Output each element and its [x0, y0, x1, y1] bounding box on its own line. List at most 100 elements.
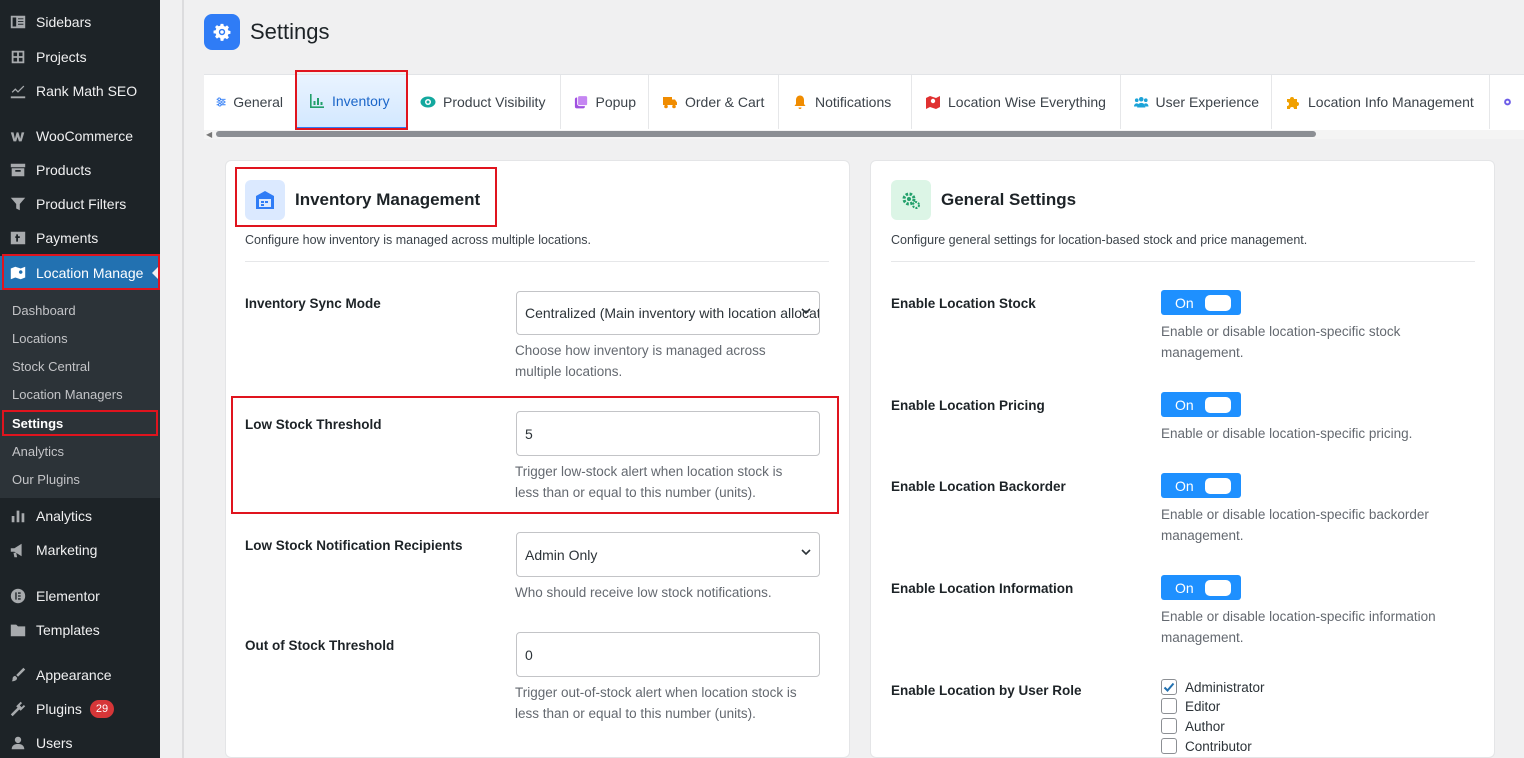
input-value: 5 [525, 425, 533, 442]
chevron-down-icon [801, 549, 811, 556]
help-line: Choose how inventory is managed across [515, 343, 766, 358]
menu-item-label: Products [36, 162, 92, 178]
menu-item-templates[interactable]: Templates [0, 613, 160, 647]
warehouse-icon [245, 180, 285, 220]
checkbox[interactable] [1161, 679, 1177, 695]
general-settings-card [870, 160, 1495, 758]
role-checkbox-administrator[interactable]: Administrator [1161, 679, 1265, 695]
toggle-knob [1205, 295, 1231, 311]
tab-notifications[interactable]: Notifications [780, 75, 912, 129]
paintbrush-icon [8, 665, 28, 685]
menu-item-rank-math-seo[interactable]: Rank Math SEO [0, 74, 160, 108]
location-backorder-help: Enable or disable location-specific back… [1161, 504, 1429, 546]
menu-item-plugins[interactable]: Plugins 29 [0, 692, 160, 726]
submenu-location-managers[interactable]: Location Managers [12, 387, 123, 402]
sync-mode-help: Choose how inventory is managed across m… [515, 340, 766, 382]
sidebar-layout-icon [8, 12, 28, 32]
location-stock-help: Enable or disable location-specific stoc… [1161, 321, 1400, 363]
menu-item-label: Location Manage [36, 265, 144, 281]
tab-inventory[interactable]: Inventory [297, 75, 407, 129]
tab-label: Popup [595, 94, 636, 110]
location-backorder-toggle[interactable]: On [1161, 473, 1241, 498]
submenu-stock-central[interactable]: Stock Central [12, 359, 90, 374]
scroll-left-icon[interactable]: ◀ [206, 130, 212, 139]
checkbox[interactable] [1161, 698, 1177, 714]
checkmark-icon [1163, 682, 1175, 692]
role-checkbox-contributor[interactable]: Contributor [1161, 738, 1252, 754]
submenu-analytics[interactable]: Analytics [12, 444, 64, 459]
toggle-knob [1205, 580, 1231, 596]
menu-item-products[interactable]: Products [0, 153, 160, 187]
woocommerce-icon [8, 126, 28, 146]
menu-item-location-manage[interactable]: Location Manage [0, 256, 160, 290]
role-checkbox-author[interactable]: Author [1161, 718, 1225, 734]
card-title: Inventory Management [295, 190, 481, 209]
location-information-help: Enable or disable location-specific info… [1161, 606, 1436, 648]
checkbox[interactable] [1161, 738, 1177, 754]
menu-item-woocommerce[interactable]: WooCommerce [0, 119, 160, 153]
role-checkbox-editor[interactable]: Editor [1161, 698, 1220, 714]
tab-label: Notifications [815, 94, 892, 110]
low-stock-threshold-input[interactable]: 5 [516, 411, 820, 456]
menu-item-analytics[interactable]: Analytics [0, 499, 160, 533]
out-of-stock-threshold-input[interactable]: 0 [516, 632, 820, 677]
inventory-card-header: Inventory Management [245, 180, 480, 220]
menu-item-payments[interactable]: Payments [0, 221, 160, 255]
page-title: Settings [250, 19, 330, 44]
tab-location-wise-everything[interactable]: Location Wise Everything [913, 75, 1121, 129]
help-line: less than or equal to this number (units… [515, 485, 756, 500]
gears-icon [891, 180, 931, 220]
out-of-stock-threshold-label: Out of Stock Threshold [245, 638, 395, 653]
tab-label: General [233, 94, 283, 110]
scrollbar-thumb[interactable] [216, 131, 1316, 137]
tab-label: Inventory [332, 93, 390, 109]
tab-order-cart[interactable]: Order & Cart [650, 75, 779, 129]
popup-icon [574, 95, 589, 109]
card-description: Configure how inventory is managed acros… [245, 233, 592, 247]
submenu-dashboard[interactable]: Dashboard [12, 303, 76, 318]
menu-item-marketing[interactable]: Marketing [0, 533, 160, 567]
toggle-label: On [1175, 294, 1194, 311]
menu-item-appearance[interactable]: Appearance [0, 658, 160, 692]
checkbox[interactable] [1161, 718, 1177, 734]
help-line: less than or equal to this number (units… [515, 706, 756, 721]
help-line: management. [1161, 528, 1244, 543]
menu-item-projects[interactable]: Projects [0, 40, 160, 74]
location-pricing-toggle[interactable]: On [1161, 392, 1241, 417]
inventory-sync-mode-label: Inventory Sync Mode [245, 296, 381, 311]
tab-product-visibility[interactable]: Product Visibility [408, 75, 561, 129]
help-line: Who should receive low stock notificatio… [515, 585, 772, 600]
inventory-sync-mode-select[interactable]: Centralized (Main inventory with locatio… [516, 291, 820, 335]
tab-label: User Experience [1155, 94, 1260, 110]
elementor-icon [8, 586, 28, 606]
tab-location-info-management[interactable]: Location Info Management [1273, 75, 1490, 129]
tab-popup[interactable]: Popup [562, 75, 649, 129]
chart-bars-icon [310, 94, 324, 108]
help-line: Enable or disable location-specific info… [1161, 609, 1436, 624]
submenu-locations[interactable]: Locations [12, 331, 68, 346]
menu-item-users[interactable]: Users [0, 726, 160, 758]
low-stock-help: Trigger low-stock alert when location st… [515, 461, 782, 503]
location-manage-submenu: Dashboard Locations Stock Central Locati… [0, 290, 160, 498]
low-stock-threshold-label: Low Stock Threshold [245, 417, 382, 432]
role-label: Contributor [1185, 738, 1252, 754]
location-stock-toggle[interactable]: On [1161, 290, 1241, 315]
menu-item-label: Payments [36, 230, 99, 246]
tabs-scrollbar[interactable]: ◀ [204, 130, 1524, 139]
plugins-update-badge: 29 [89, 700, 115, 718]
submenu-our-plugins[interactable]: Our Plugins [12, 472, 80, 487]
filter-icon [8, 194, 28, 214]
menu-item-label: Elementor [36, 588, 100, 604]
low-stock-recipients-select[interactable]: Admin Only [516, 532, 820, 577]
tab-user-experience[interactable]: User Experience [1122, 75, 1272, 129]
tab-general[interactable]: General [204, 75, 296, 129]
menu-item-sidebars[interactable]: Sidebars [0, 5, 160, 39]
divider [891, 261, 1475, 262]
enable-location-by-user-role-label: Enable Location by User Role [891, 683, 1082, 698]
menu-item-elementor[interactable]: Elementor [0, 579, 160, 613]
tab-more[interactable] [1491, 75, 1524, 129]
menu-item-product-filters[interactable]: Product Filters [0, 187, 160, 221]
submenu-settings[interactable]: Settings [12, 416, 63, 431]
users-icon [1134, 97, 1149, 108]
location-information-toggle[interactable]: On [1161, 575, 1241, 600]
